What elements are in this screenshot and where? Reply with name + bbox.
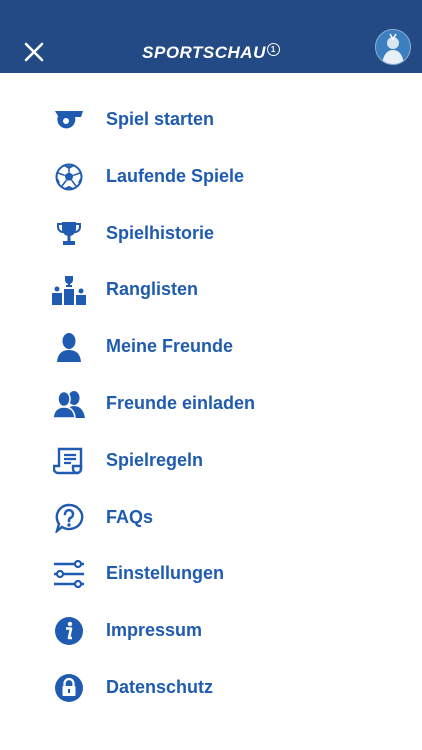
menu-item-label: Spiel starten (106, 109, 215, 129)
trophy-icon (52, 218, 86, 250)
menu-item-label: Einstellungen (106, 563, 225, 584)
menu-item-ranglisten[interactable]: Ranglisten (0, 262, 422, 319)
question-bubble-icon (52, 502, 86, 534)
menu-item-label: Impressum (106, 620, 203, 641)
whistle-icon (52, 104, 86, 136)
menu-item-datenschutz[interactable]: Datenschutz (0, 660, 422, 717)
avatar-image (376, 30, 410, 64)
menu-item-label: Laufende Spiele (106, 165, 245, 186)
menu-item-einstellungen[interactable]: Einstellungen (0, 546, 422, 603)
soccer-ball-icon (52, 161, 86, 193)
menu-item-label: Freunde einladen (106, 392, 256, 413)
main-menu: Spiel starten Laufende Spiele Spielhisto… (0, 92, 422, 717)
menu-item-laufende-spiele[interactable]: Laufende Spiele (0, 149, 422, 206)
menu-item-faqs[interactable]: FAQs (0, 490, 422, 547)
menu-item-spielhistorie[interactable]: Spielhistorie (0, 206, 422, 263)
brand-mark: 1 (266, 43, 280, 56)
podium-icon (52, 274, 86, 306)
menu-item-spielregeln[interactable]: Spielregeln (0, 433, 422, 490)
menu-item-impressum[interactable]: Impressum (0, 603, 422, 660)
menu-item-label: Spielregeln (106, 449, 204, 470)
lock-icon (52, 672, 86, 704)
menu-item-spiel-starten[interactable]: Spiel starten (0, 92, 422, 149)
menu-item-label: FAQs (106, 506, 154, 527)
menu-item-label: Datenschutz (106, 676, 214, 697)
people-icon (52, 388, 86, 420)
brand-logo: SPORTSCHAU 1 (0, 43, 422, 63)
menu-item-label: Spielhistorie (106, 222, 215, 243)
menu-item-freunde-einladen[interactable]: Freunde einladen (0, 376, 422, 433)
app-header: SPORTSCHAU 1 (0, 0, 422, 73)
menu-item-label: Ranglisten (106, 279, 199, 300)
rules-scroll-icon (52, 445, 86, 477)
menu-item-meine-freunde[interactable]: Meine Freunde (0, 319, 422, 376)
person-icon (52, 331, 86, 363)
sliders-icon (52, 558, 86, 590)
avatar[interactable] (375, 29, 411, 65)
brand-text: SPORTSCHAU (142, 43, 266, 62)
menu-item-label: Meine Freunde (106, 336, 234, 357)
info-icon (52, 615, 86, 647)
